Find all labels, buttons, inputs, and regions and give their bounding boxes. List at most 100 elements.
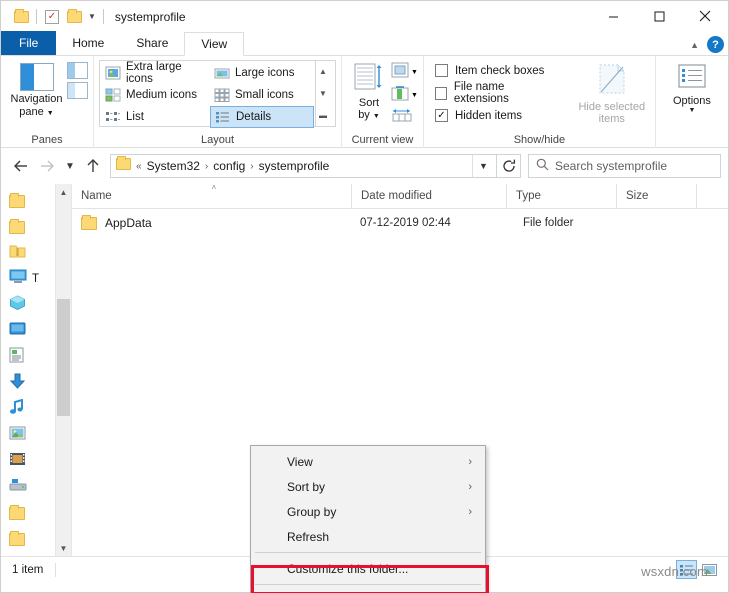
column-header-size[interactable]: Size (617, 184, 697, 208)
layout-option-details[interactable]: Details (210, 106, 314, 128)
checkbox-item-check-boxes[interactable]: Item check boxes (435, 64, 552, 77)
qat-properties-icon[interactable]: ✓ (41, 6, 63, 28)
layout-option-extra-large-icons[interactable]: Extra large icons (101, 62, 210, 84)
ribbon-group-show-hide: Item check boxes File name extensions ✓ … (423, 56, 655, 148)
collapse-ribbon-icon[interactable]: ▲ (690, 40, 699, 50)
checkbox-label: Item check boxes (455, 65, 544, 77)
column-header-date-modified[interactable]: Date modified (352, 184, 507, 208)
context-menu-item-refresh[interactable]: Refresh (251, 524, 485, 549)
size-all-columns-button[interactable]: ▼ (391, 85, 418, 106)
maximize-button[interactable] (636, 1, 682, 31)
recent-locations-button[interactable]: ▼ (60, 153, 80, 179)
context-menu-item-paste[interactable]: Paste (251, 588, 485, 593)
close-button[interactable] (682, 1, 728, 31)
breadcrumb-overflow-icon[interactable]: « (135, 161, 143, 172)
layout-label: Medium icons (126, 89, 197, 101)
navigation-pane-button[interactable]: Navigation pane ▼ (6, 60, 67, 118)
qat-new-folder-icon[interactable] (63, 6, 85, 28)
scrollbar-thumb[interactable] (57, 299, 70, 416)
navigation-pane-scrollbar[interactable]: ▲ ▼ (55, 184, 71, 556)
layout-option-small-icons[interactable]: Small icons (210, 84, 314, 106)
up-button[interactable] (80, 153, 106, 179)
checkbox-file-name-extensions[interactable]: File name extensions (435, 81, 552, 105)
ribbon-tab-right-controls: ▲ ? (690, 36, 724, 53)
checkbox-icon[interactable] (435, 87, 447, 100)
refresh-button[interactable] (497, 154, 521, 178)
preview-pane-icon[interactable] (67, 62, 88, 79)
context-menu-item-view[interactable]: View › (251, 449, 485, 474)
tab-file[interactable]: File (1, 31, 56, 55)
checkbox-icon[interactable] (435, 64, 448, 77)
breadcrumb-item-system32[interactable]: System32 (143, 159, 204, 173)
scroll-up-icon[interactable]: ▲ (56, 184, 71, 200)
help-icon[interactable]: ? (707, 36, 724, 53)
column-label: Size (626, 190, 648, 202)
column-label: Date modified (361, 190, 432, 202)
forward-button[interactable] (34, 153, 60, 179)
zip-folder-icon (9, 243, 26, 263)
checkbox-label: File name extensions (454, 81, 552, 105)
tab-share[interactable]: Share (120, 31, 184, 55)
details-pane-icon[interactable] (67, 82, 88, 99)
submenu-arrow-icon: › (468, 506, 472, 518)
layout-option-medium-icons[interactable]: Medium icons (101, 84, 210, 106)
nav-item-label: T (32, 273, 39, 285)
options-icon (677, 63, 707, 93)
context-menu-label: Sort by (287, 480, 325, 494)
layout-option-large-icons[interactable]: Large icons (210, 62, 314, 84)
gallery-expand-icon[interactable]: ▬ (316, 104, 330, 126)
add-columns-button[interactable]: ▼ (391, 62, 418, 83)
sort-by-icon (354, 63, 384, 95)
chevron-down-icon[interactable]: ▼ (47, 110, 54, 117)
minimize-button[interactable] (590, 1, 636, 31)
navigation-pane-label-line1: Navigation (11, 93, 63, 106)
address-dropdown-icon[interactable]: ▼ (472, 155, 494, 177)
table-row[interactable]: AppData 07-12-2019 02:44 File folder (72, 209, 728, 237)
title-bar: ✓ ▼ systemprofile (1, 1, 728, 32)
list-icon (105, 110, 121, 124)
scroll-down-icon[interactable]: ▼ (56, 540, 71, 556)
checkbox-checked-icon[interactable]: ✓ (435, 109, 448, 122)
sort-by-button[interactable]: Sort by ▼ (347, 60, 391, 122)
back-button[interactable] (8, 153, 34, 179)
breadcrumb-item-config[interactable]: config (209, 159, 249, 173)
hide-selected-items-button[interactable]: Hide selected items (574, 60, 650, 126)
chevron-down-icon[interactable]: ▼ (411, 69, 418, 76)
tab-home[interactable]: Home (56, 31, 120, 55)
ribbon-group-panes: Navigation pane ▼ Panes (1, 56, 93, 148)
column-label: Name (81, 190, 112, 202)
group-label-options (656, 131, 728, 148)
context-menu-item-sort-by[interactable]: Sort by › (251, 474, 485, 499)
size-columns-icon-button[interactable] (391, 108, 418, 127)
address-path-box[interactable]: « System32 › config › systemprofile ▼ (110, 154, 497, 178)
tab-view[interactable]: View (184, 32, 244, 56)
menu-separator (255, 552, 481, 553)
gallery-scroll-up-icon[interactable]: ▲ (316, 61, 330, 83)
options-button[interactable]: Options ▼ (661, 60, 723, 115)
sort-by-label-line1: Sort (359, 97, 379, 110)
chevron-down-icon[interactable]: ▼ (373, 113, 380, 120)
quick-access-toolbar: ✓ ▼ (10, 6, 108, 28)
qat-folder-icon[interactable] (10, 6, 32, 28)
checkbox-hidden-items[interactable]: ✓ Hidden items (435, 109, 552, 122)
layout-gallery-scrollbar[interactable]: ▲ ▼ ▬ (315, 61, 330, 126)
main-content: T (1, 184, 728, 556)
current-view-small-buttons: ▼ ▼ (391, 60, 418, 127)
chevron-down-icon[interactable]: ▼ (411, 92, 418, 99)
breadcrumb-item-systemprofile[interactable]: systemprofile (255, 159, 334, 173)
column-headers: ˄ Name Date modified Type Size (72, 184, 728, 209)
layout-option-list[interactable]: List (101, 106, 210, 128)
layout-label: Large icons (235, 67, 294, 79)
context-menu-item-group-by[interactable]: Group by › (251, 499, 485, 524)
gallery-scroll-down-icon[interactable]: ▼ (316, 83, 330, 105)
column-header-type[interactable]: Type (507, 184, 617, 208)
qat-chevron-down-icon[interactable]: ▼ (85, 12, 99, 21)
details-icon (215, 110, 231, 124)
file-explorer-window: ✓ ▼ systemprofile File Home Share View ▲… (0, 0, 729, 593)
downloads-icon (9, 373, 26, 394)
search-input[interactable]: Search systemprofile (528, 154, 721, 178)
layout-label: Details (236, 111, 271, 123)
column-header-name[interactable]: ˄ Name (72, 184, 352, 208)
chevron-down-icon[interactable]: ▼ (688, 107, 695, 115)
context-menu-item-customize-this-folder[interactable]: Customize this folder... (251, 556, 485, 581)
